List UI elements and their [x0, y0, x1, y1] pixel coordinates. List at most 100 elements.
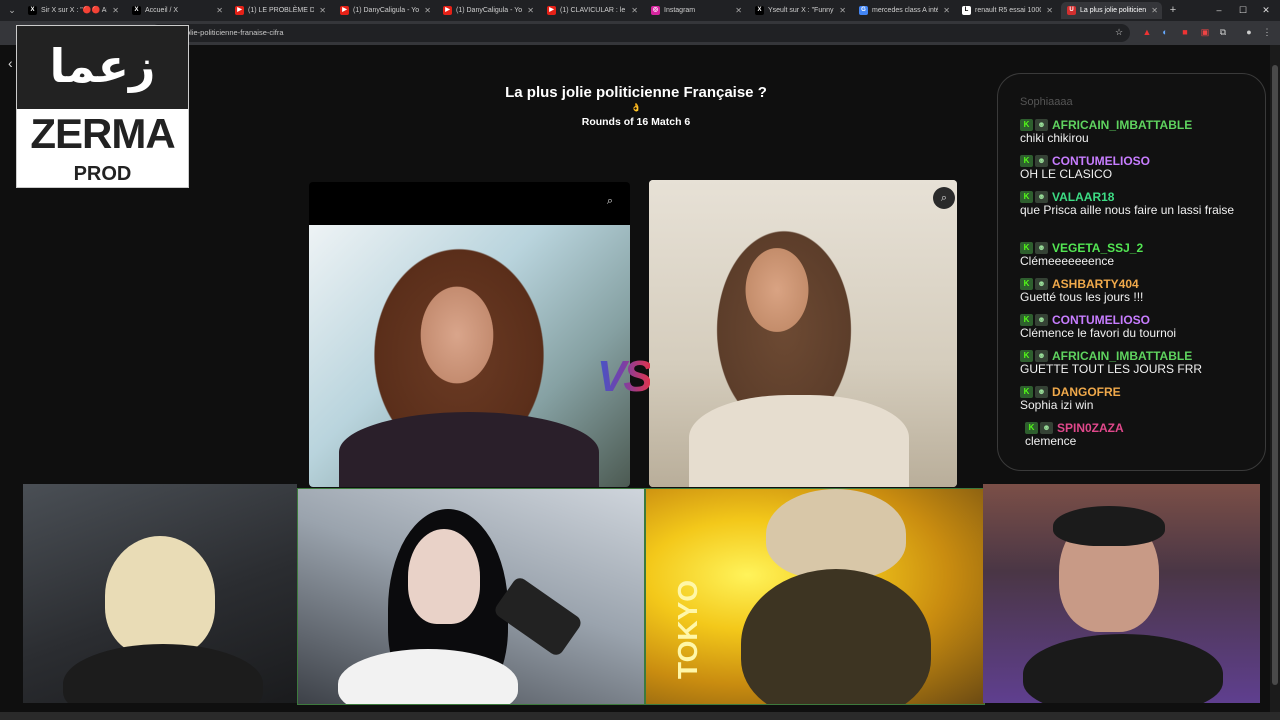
- tab-close-icon[interactable]: ✕: [112, 2, 119, 19]
- tab-close-icon[interactable]: ✕: [1151, 2, 1158, 19]
- tab-6[interactable]: ▶ (1) CLAVICULAR : le MA ✕: [541, 2, 642, 19]
- tab-5[interactable]: ▶ (1) DanyCaligula - YouTube ✕: [437, 2, 538, 19]
- bottom-edge: [0, 712, 1280, 720]
- tab-close-icon[interactable]: ✕: [216, 2, 223, 19]
- tab-3[interactable]: ▶ (1) LE PROBLÈME DE LA ✕: [229, 2, 330, 19]
- tab-search-icon[interactable]: ⌄: [4, 3, 20, 18]
- streamer-3-cap: [766, 489, 906, 579]
- chat-username[interactable]: ASHBARTY404: [1052, 277, 1139, 291]
- kick-badge-icon: K: [1020, 349, 1033, 362]
- x-icon: X: [28, 6, 37, 15]
- close-window-icon[interactable]: ✕: [1259, 2, 1273, 19]
- alien-badge-icon: ☻: [1035, 190, 1048, 203]
- tab-close-icon[interactable]: ✕: [424, 2, 431, 19]
- tab-title: Instagram: [664, 7, 696, 14]
- logo-arabic-wordmark: زعما: [17, 26, 188, 109]
- round-label: Rounds of 16 Match 6: [581, 116, 691, 128]
- kick-badge-icon: K: [1020, 313, 1033, 326]
- tab-close-icon[interactable]: ✕: [527, 2, 534, 19]
- tab-title: Accueil / X: [145, 7, 179, 14]
- kick-badge-icon: K: [1025, 421, 1038, 434]
- tab-close-icon[interactable]: ✕: [943, 2, 950, 19]
- kick-badge-icon: K: [1020, 241, 1033, 254]
- webcam-streamer-2: [297, 488, 645, 705]
- chat-username[interactable]: SPIN0ZAZA: [1057, 421, 1124, 435]
- tab-title: renault R5 essai 1000k: [975, 7, 1041, 14]
- l-icon: L: [962, 6, 971, 15]
- pdf-extension-icon[interactable]: ▲: [1141, 26, 1153, 39]
- tab-7[interactable]: ◎ Instagram ✕: [645, 2, 746, 19]
- google-icon: G: [859, 6, 868, 15]
- logo-sub: PROD: [73, 163, 132, 185]
- chat-message-text: clemence: [1025, 434, 1077, 448]
- alien-badge-icon: ☻: [1035, 154, 1048, 167]
- chat-message: K ☻ DANGOFRE Sophia izi win: [1020, 383, 1250, 413]
- chat-username[interactable]: AFRICAIN_IMBATTABLE: [1052, 118, 1192, 132]
- tab-title: Yseult sur X : "Funny ho: [768, 7, 834, 14]
- contestant-right-shirt: [689, 395, 909, 487]
- tab-10[interactable]: Lrenault R5 essai 1000k ✕: [956, 2, 1057, 19]
- address-bar[interactable]: olie-politicienne-franaise-cifra: [150, 24, 1130, 42]
- kick-badge-icon: K: [1020, 277, 1033, 290]
- tab-close-icon[interactable]: ✕: [631, 2, 638, 19]
- neon-sign-text: TOKYO: [672, 579, 703, 679]
- chat-message: K ☻ AFRICAIN_IMBATTABLE GUETTE TOUT LES JOU…: [1020, 347, 1250, 377]
- tab-8[interactable]: X Yseult sur X : "Funny ho ✕: [749, 2, 850, 19]
- tab-close-icon[interactable]: ✕: [319, 2, 326, 19]
- tab-title: Sir X sur X : "🔴🔴 ALERTE: [41, 7, 107, 14]
- chat-username[interactable]: VEGETA_SSJ_2: [1052, 241, 1143, 255]
- tab-11[interactable]: U La plus jolie politicienn ✕: [1061, 2, 1162, 19]
- extension-red-icon[interactable]: ■: [1179, 26, 1191, 39]
- browser-menu-icon[interactable]: ⋮: [1261, 26, 1273, 39]
- chat-message: K ☻ VEGETA_SSJ_2 Clémeeeeeeence: [1020, 239, 1250, 269]
- chat-username[interactable]: CONTUMELIOSO: [1052, 154, 1150, 168]
- extension-badge-icon[interactable]: ▣: [1199, 26, 1211, 39]
- extensions-puzzle-icon[interactable]: ⧉: [1217, 26, 1229, 39]
- tab-close-icon[interactable]: ✕: [1046, 2, 1053, 19]
- streamer-3-body: [741, 569, 931, 704]
- tab-1[interactable]: X Sir X sur X : "🔴🔴 ALERTE ✕: [22, 2, 123, 19]
- new-tab-button[interactable]: +: [1166, 2, 1180, 19]
- tab-title: La plus jolie politicienn: [1080, 7, 1146, 14]
- tab-close-icon[interactable]: ✕: [839, 2, 846, 19]
- tab-2[interactable]: X Accueil / X ✕: [126, 2, 227, 19]
- chat-username[interactable]: DANGOFRE: [1052, 385, 1121, 399]
- chat-message: K ☻ AFRICAIN_IMBATTABLE chiki chikirou: [1020, 116, 1250, 146]
- versus-label: VS: [597, 352, 653, 401]
- page-scrollbar[interactable]: [1270, 45, 1280, 712]
- maximize-icon[interactable]: ☐: [1236, 2, 1250, 19]
- scrollbar-thumb[interactable]: [1272, 65, 1278, 685]
- youtube-icon: ▶: [340, 6, 349, 15]
- chat-username[interactable]: VALAAR18: [1052, 190, 1114, 204]
- chat-username[interactable]: AFRICAIN_IMBATTABLE: [1052, 349, 1192, 363]
- tab-4[interactable]: ▶ (1) DanyCaligula - YouTube ✕: [334, 2, 435, 19]
- streamer-1-head: [105, 536, 215, 656]
- back-arrow-icon[interactable]: ‹: [8, 55, 13, 71]
- tab-close-icon[interactable]: ✕: [735, 2, 742, 19]
- zoom-in-icon[interactable]: ⌕: [933, 187, 955, 209]
- contestant-left-card[interactable]: ⌕: [309, 182, 630, 487]
- tab-9[interactable]: Gmercedes class A intérie ✕: [853, 2, 954, 19]
- webcam-streamer-1: [23, 484, 297, 703]
- kick-badge-icon: K: [1020, 190, 1033, 203]
- kick-badge-icon: K: [1020, 118, 1033, 131]
- tab-strip: ⌄ X Sir X sur X : "🔴🔴 ALERTE ✕ X Accueil / X…: [0, 0, 1280, 21]
- profile-avatar-icon[interactable]: ●: [1243, 26, 1255, 39]
- zoom-in-icon[interactable]: ⌕: [599, 190, 621, 212]
- chat-message: K ☻ CONTUMELIOSO OH LE CLASICO: [1020, 152, 1250, 182]
- extension-icon[interactable]: ◐: [1159, 26, 1171, 39]
- page-title: La plus jolie politicienne Française ?: [505, 84, 767, 101]
- chat-username[interactable]: CONTUMELIOSO: [1052, 313, 1150, 327]
- chat-message: K ☻ VALAAR18 que Prisca aille nous faire un…: [1020, 188, 1250, 218]
- chat-message-header: K ☻ AFRICAIN_IMBATTABLE: [1020, 347, 1250, 363]
- contestant-right-card[interactable]: ⌕: [649, 180, 957, 487]
- alien-badge-icon: ☻: [1035, 385, 1048, 398]
- kick-badge-icon: K: [1020, 154, 1033, 167]
- webcam-streamer-4: [983, 484, 1260, 703]
- x-icon: X: [755, 6, 764, 15]
- minimize-icon[interactable]: –: [1212, 2, 1226, 19]
- u-icon: U: [1067, 6, 1076, 15]
- alien-badge-icon: ☻: [1040, 421, 1053, 434]
- chat-message-text: que Prisca aille nous faire un lassi fra…: [1020, 203, 1235, 217]
- bookmark-star-icon[interactable]: ☆: [1113, 26, 1125, 39]
